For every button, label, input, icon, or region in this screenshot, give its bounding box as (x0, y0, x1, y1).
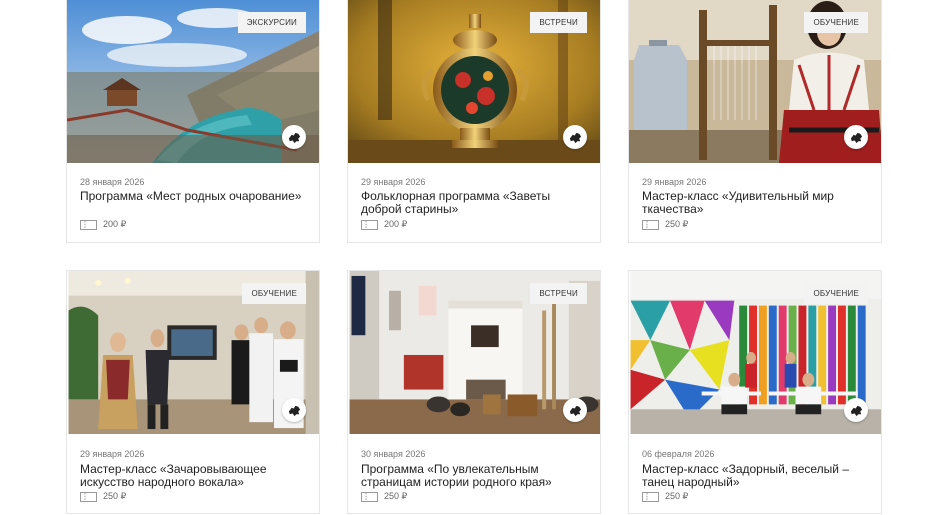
event-card[interactable]: ЭКСКУРСИИ 28 января 2026 Программа «Мест… (66, 0, 320, 243)
event-title[interactable]: Программа «По увлекательным страницам ис… (361, 463, 589, 489)
region-map-icon (850, 405, 862, 416)
category-badge[interactable]: ВСТРЕЧИ (530, 12, 587, 33)
event-date: 29 января 2026 (642, 177, 707, 187)
ticket-icon (80, 219, 97, 230)
price-row: 250 ₽ (642, 491, 688, 502)
price-row: 250 ₽ (642, 219, 688, 230)
ticket-icon (642, 491, 659, 502)
event-price: 200 ₽ (103, 219, 127, 229)
event-card[interactable]: ВСТРЕЧИ 29 января 2026 Фольклорная прогр… (347, 0, 601, 243)
ticket-icon (361, 219, 378, 230)
ticket-icon (642, 219, 659, 230)
event-price: 250 ₽ (665, 219, 689, 229)
map-pin-icon[interactable] (844, 125, 868, 149)
ticket-icon (80, 491, 97, 502)
region-map-icon (569, 132, 581, 143)
map-pin-icon[interactable] (282, 125, 306, 149)
price-row: 250 ₽ (361, 491, 407, 502)
region-map-icon (288, 405, 300, 416)
category-badge[interactable]: ВСТРЕЧИ (530, 283, 587, 304)
event-price: 250 ₽ (103, 491, 127, 501)
event-card[interactable]: ВСТРЕЧИ 30 января 2026 Программа «По увл… (347, 270, 601, 514)
event-price: 200 ₽ (384, 219, 408, 229)
event-date: 29 января 2026 (361, 177, 426, 187)
ticket-icon (361, 491, 378, 502)
map-pin-icon[interactable] (563, 125, 587, 149)
event-title[interactable]: Программа «Мест родных очарование» (80, 190, 308, 203)
category-badge[interactable]: ОБУЧЕНИЕ (804, 283, 868, 304)
event-price: 250 ₽ (665, 491, 689, 501)
category-badge[interactable]: ОБУЧЕНИЕ (804, 12, 868, 33)
event-date: 28 января 2026 (80, 177, 145, 187)
event-date: 29 января 2026 (80, 449, 145, 459)
region-map-icon (850, 132, 862, 143)
map-pin-icon[interactable] (844, 398, 868, 422)
map-pin-icon[interactable] (563, 398, 587, 422)
event-price: 250 ₽ (384, 491, 408, 501)
event-date: 30 января 2026 (361, 449, 426, 459)
event-card[interactable]: ОБУЧЕНИЕ 29 января 2026 Мастер-класс «За… (66, 270, 320, 514)
region-map-icon (569, 405, 581, 416)
price-row: 200 ₽ (80, 219, 126, 230)
event-card[interactable]: ОБУЧЕНИЕ 06 февраля 2026 Мастер-класс «З… (628, 270, 882, 514)
event-title[interactable]: Мастер-класс «Удивительный мир ткачества… (642, 190, 870, 216)
category-badge[interactable]: ЭКСКУРСИИ (237, 12, 306, 33)
event-title[interactable]: Фольклорная программа «Заветы доброй ста… (361, 190, 589, 216)
map-pin-icon[interactable] (282, 398, 306, 422)
event-date: 06 февраля 2026 (642, 449, 715, 459)
category-badge[interactable]: ОБУЧЕНИЕ (242, 283, 306, 304)
event-card[interactable]: ОБУЧЕНИЕ 29 января 2026 Мастер-класс «Уд… (628, 0, 882, 243)
region-map-icon (288, 132, 300, 143)
event-title[interactable]: Мастер-класс «Зачаровывающее искусство н… (80, 463, 308, 489)
event-title[interactable]: Мастер-класс «Задорный, веселый – танец … (642, 463, 870, 489)
price-row: 250 ₽ (80, 491, 126, 502)
price-row: 200 ₽ (361, 219, 407, 230)
